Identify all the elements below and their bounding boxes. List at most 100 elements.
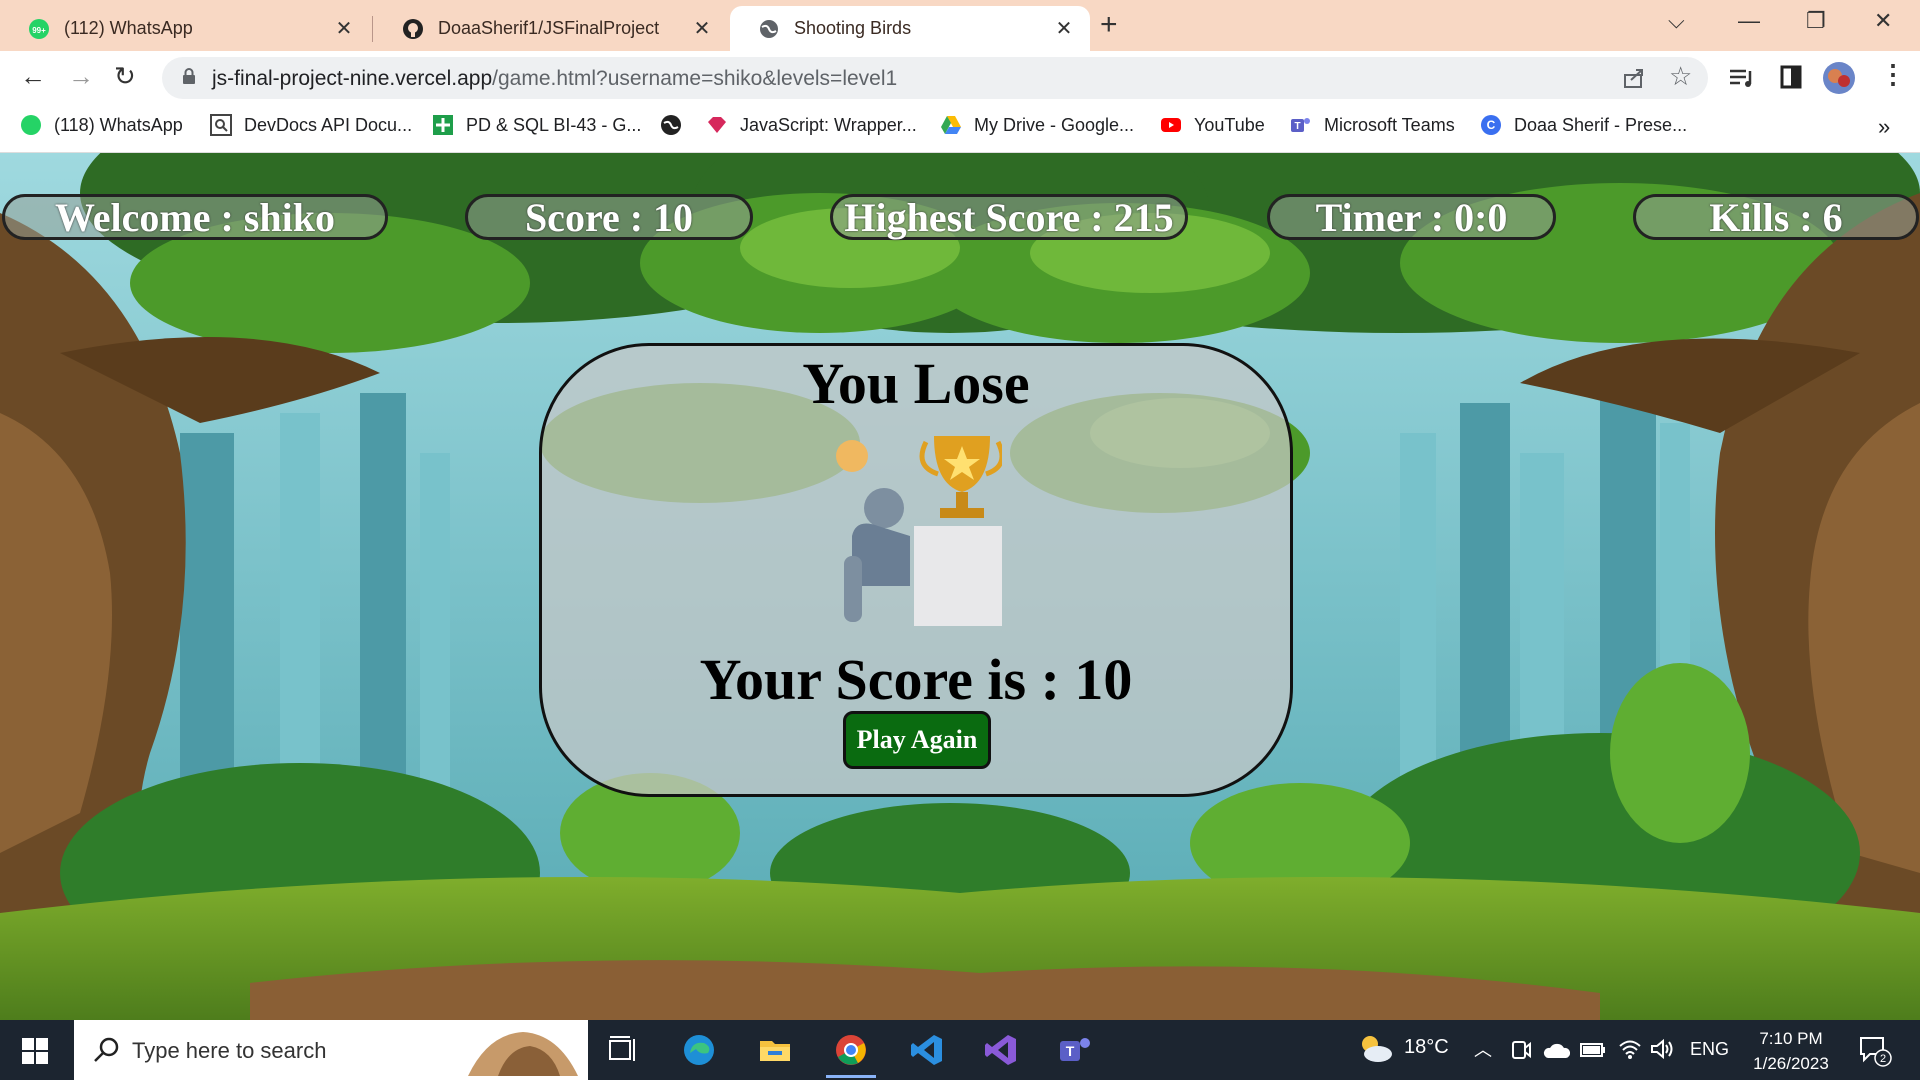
volume-icon[interactable] <box>1650 1038 1674 1060</box>
bookmark-label: YouTube <box>1194 114 1265 135</box>
share-icon[interactable] <box>1622 67 1646 89</box>
visual-studio-icon[interactable] <box>984 1033 1018 1067</box>
bookmark-microsoft-teams[interactable]: T Microsoft Teams <box>1290 114 1455 136</box>
back-button[interactable]: ← <box>20 61 46 91</box>
windows-taskbar: Type here to search T 18°C ︿ ENG 7:10 PM… <box>0 1020 1920 1080</box>
bookmark-pd-sql[interactable]: PD & SQL BI-43 - G... <box>432 114 641 136</box>
bookmark-devdocs[interactable]: DevDocs API Docu... <box>210 114 412 136</box>
trophy-illustration <box>836 436 1002 626</box>
forward-button[interactable]: → <box>68 61 94 91</box>
url-path: /game.html?username=shiko&levels=level1 <box>492 67 898 90</box>
tab-shooting-birds[interactable]: Shooting Birds ✕ <box>730 6 1090 51</box>
kills-display: Kills : 6 <box>1633 194 1919 240</box>
search-icon <box>94 1037 119 1062</box>
bookmark-globe[interactable] <box>660 114 694 136</box>
tab-title: (112) WhatsApp <box>64 18 193 38</box>
lock-icon <box>183 68 195 84</box>
search-highlight-image <box>468 1032 578 1076</box>
whatsapp-icon <box>21 115 41 135</box>
url-host: js-final-project-nine.vercel.app <box>212 67 493 90</box>
language-indicator[interactable]: ENG <box>1690 1039 1729 1060</box>
globe-icon <box>760 19 778 38</box>
youtube-icon <box>1161 118 1181 132</box>
task-view-icon[interactable] <box>606 1033 640 1067</box>
bookmark-youtube[interactable]: YouTube <box>1160 114 1265 136</box>
svg-text:C: C <box>1487 118 1496 132</box>
reload-button[interactable]: ↻ <box>114 61 136 91</box>
windows-start-icon[interactable] <box>22 1038 48 1064</box>
onedrive-icon[interactable] <box>1542 1040 1570 1060</box>
edge-icon[interactable] <box>682 1033 716 1067</box>
clock-time: 7:10 PM <box>1759 1029 1823 1048</box>
final-score-text: Your Score is : 10 <box>699 647 1133 712</box>
bookmark-whatsapp[interactable]: (118) WhatsApp <box>20 114 183 136</box>
chrome-icon[interactable] <box>834 1033 868 1067</box>
battery-icon[interactable] <box>1580 1042 1606 1058</box>
tab-title: DoaaSherif1/JSFinalProject <box>438 18 660 38</box>
canva-icon: C <box>1481 115 1501 135</box>
menu-icon[interactable]: ⋮ <box>1880 59 1906 90</box>
bookmark-star-icon[interactable]: ☆ <box>1669 61 1692 92</box>
show-hidden-icons-icon[interactable]: ︿ <box>1474 1036 1492 1062</box>
game-viewport[interactable]: Welcome : shiko Score : 10 Highest Score… <box>0 153 1920 1020</box>
weather-icon[interactable] <box>1354 1032 1394 1066</box>
more-bookmarks-button[interactable]: » <box>1878 114 1890 140</box>
tab-title: Shooting Birds <box>794 18 912 38</box>
weather-temperature[interactable]: 18°C <box>1404 1036 1449 1059</box>
wifi-icon[interactable] <box>1618 1038 1642 1060</box>
notification-count: 2 <box>1880 1053 1886 1065</box>
game-over-panel: You Lose Your Score is : 10 Play Again <box>539 343 1293 797</box>
bookmark-label: My Drive - Google... <box>974 114 1135 135</box>
restore-button[interactable]: ❐ <box>1806 8 1826 34</box>
whatsapp-icon: 99+ <box>29 18 49 39</box>
bookmark-label: JavaScript: Wrapper... <box>740 114 917 135</box>
tab-whatsapp[interactable]: 99+ (112) WhatsApp ✕ <box>0 6 370 51</box>
bookmark-label: Microsoft Teams <box>1324 114 1455 135</box>
address-bar[interactable]: js-final-project-nine.vercel.app/game.ht… <box>162 57 1708 99</box>
clock-date: 1/26/2023 <box>1753 1054 1829 1073</box>
highest-score-display: Highest Score : 215 <box>830 194 1188 240</box>
green-plus-icon <box>433 115 453 135</box>
bookmark-label: Doaa Sherif - Prese... <box>1514 114 1688 135</box>
tab-divider <box>372 16 373 42</box>
tab-github[interactable]: DoaaSherif1/JSFinalProject ✕ <box>374 6 728 51</box>
search-placeholder: Type here to search <box>132 1038 327 1063</box>
browser-tab-bar: 99+ (112) WhatsApp ✕ DoaaSherif1/JSFinal… <box>0 0 1920 51</box>
gem-icon <box>708 117 726 133</box>
teams-icon[interactable]: T <box>1058 1033 1092 1067</box>
bookmark-google-drive[interactable]: My Drive - Google... <box>940 114 1134 136</box>
welcome-display: Welcome : shiko <box>2 194 388 240</box>
system-clock[interactable]: 7:10 PM 1/26/2023 <box>1736 1026 1846 1076</box>
bookmark-label: DevDocs API Docu... <box>244 114 413 135</box>
close-window-button[interactable]: ✕ <box>1874 8 1892 34</box>
close-tab-icon[interactable]: ✕ <box>1052 16 1076 41</box>
github-icon <box>403 18 423 39</box>
google-drive-icon <box>941 116 961 134</box>
browser-toolbar: ← → ↻ js-final-project-nine.vercel.app/g… <box>0 51 1920 104</box>
teams-icon: T <box>1291 118 1310 132</box>
media-control-icon[interactable] <box>1728 67 1754 89</box>
minimize-button[interactable]: — <box>1738 8 1760 34</box>
meet-now-icon[interactable] <box>1510 1038 1532 1062</box>
bookmarks-bar: (118) WhatsApp DevDocs API Docu... PD & … <box>0 104 1920 153</box>
close-tab-icon[interactable]: ✕ <box>332 16 356 41</box>
taskbar-search-box[interactable]: Type here to search <box>74 1020 588 1080</box>
vscode-icon[interactable] <box>910 1033 944 1067</box>
globe-icon <box>661 115 681 135</box>
bookmark-canva[interactable]: C Doaa Sherif - Prese... <box>1480 114 1687 136</box>
close-tab-icon[interactable]: ✕ <box>690 16 714 41</box>
side-panel-icon[interactable] <box>1780 65 1802 89</box>
play-again-button[interactable]: Play Again <box>843 711 991 769</box>
devdocs-icon <box>210 114 232 136</box>
svg-text:T: T <box>1066 1043 1075 1059</box>
score-display: Score : 10 <box>465 194 753 240</box>
url-text: js-final-project-nine.vercel.app/game.ht… <box>212 67 897 91</box>
svg-text:T: T <box>1294 121 1300 132</box>
notification-center-icon[interactable]: 2 <box>1858 1034 1892 1068</box>
file-explorer-icon[interactable] <box>758 1033 792 1067</box>
tab-search-icon[interactable]: ⌵ <box>1668 8 1685 34</box>
bookmark-javascript[interactable]: JavaScript: Wrapper... <box>706 114 917 136</box>
avatar[interactable] <box>1822 61 1856 95</box>
svg-text:99+: 99+ <box>32 26 46 35</box>
new-tab-button[interactable]: + <box>1100 10 1118 40</box>
